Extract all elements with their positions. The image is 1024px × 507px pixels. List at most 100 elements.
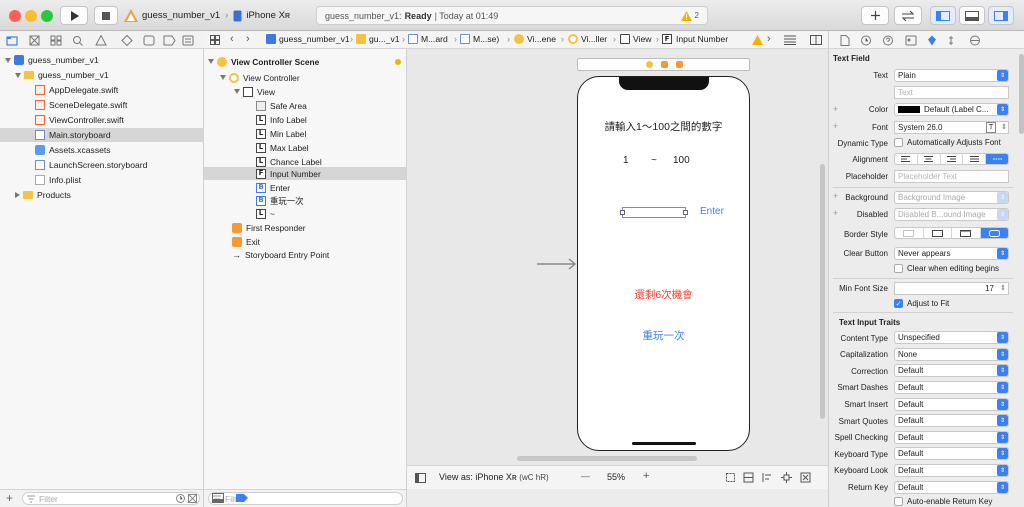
text-type-popup[interactable]: Plain ⇕ — [894, 69, 1009, 82]
resolve-layout-issues-icon[interactable] — [800, 472, 811, 483]
add-variation-button[interactable]: + — [833, 121, 838, 131]
connections-inspector-icon[interactable] — [970, 35, 980, 46]
embed-in-stack-icon[interactable] — [743, 472, 754, 483]
crumb-input-number[interactable]: F Input Number — [662, 34, 728, 44]
recent-files-icon[interactable] — [176, 494, 185, 503]
close-window-button[interactable] — [9, 10, 21, 22]
spell-checking-popup[interactable]: Default ⇕ — [894, 431, 1009, 444]
toggle-debug-area-button[interactable] — [959, 6, 985, 25]
navigator-item-viewcontroller[interactable]: ViewController.swift — [0, 113, 204, 127]
crumb-scene[interactable]: Vi...ene — [514, 34, 556, 44]
report-navigator-icon[interactable] — [182, 35, 194, 46]
min-label[interactable]: 1 — [623, 155, 629, 166]
navigator-item-infoplist[interactable]: Info.plist — [0, 173, 204, 187]
keyboard-type-popup[interactable]: Default ⇕ — [894, 447, 1009, 460]
adjust-to-fit-checkbox[interactable]: ✓ Adjust to Fit — [894, 299, 949, 308]
quick-help-icon[interactable] — [883, 35, 893, 46]
scheme-selector[interactable]: guess_number_v1 › iPhone Xʀ — [124, 6, 290, 25]
stop-button[interactable] — [94, 6, 118, 25]
crumb-project[interactable]: guess_number_v1 — [266, 34, 350, 44]
project-navigator-icon[interactable] — [6, 36, 18, 46]
add-variation-button[interactable]: + — [833, 104, 838, 114]
source-control-filter-icon[interactable] — [188, 494, 197, 503]
canvas-horizontal-scrollbar[interactable] — [517, 456, 697, 461]
toggle-inspector-button[interactable] — [988, 6, 1014, 25]
info-label[interactable]: 請輸入1～100之間的數字 — [578, 119, 749, 134]
border-line-segment[interactable] — [924, 228, 952, 238]
exit-dock-icon[interactable] — [676, 61, 683, 68]
clear-button-popup[interactable]: Never appears ⇕ — [894, 247, 1009, 260]
clear-when-editing-checkbox[interactable]: Clear when editing begins — [894, 264, 999, 273]
border-rounded-segment[interactable] — [980, 228, 1008, 238]
outline-item-replay-button[interactable]: B 重玩一次 — [204, 194, 407, 207]
crumb-storyboard[interactable]: M...ard — [408, 34, 448, 44]
find-navigator-icon[interactable] — [73, 36, 83, 46]
outline-item-input-number[interactable]: F Input Number — [204, 167, 407, 180]
outline-item-tilde-label[interactable]: L ~ — [204, 207, 407, 220]
run-button[interactable] — [60, 6, 88, 25]
symbol-navigator-icon[interactable] — [50, 35, 62, 46]
outline-item-safe-area[interactable]: Safe Area — [204, 99, 407, 112]
smart-insert-popup[interactable]: Default ⇕ — [894, 398, 1009, 411]
replay-button[interactable]: 重玩一次 — [578, 328, 749, 343]
smart-dashes-popup[interactable]: Default ⇕ — [894, 381, 1009, 394]
max-label[interactable]: 100 — [673, 155, 690, 166]
canvas-vertical-scrollbar[interactable] — [820, 164, 825, 419]
enter-button[interactable]: Enter — [700, 206, 724, 217]
breakpoints-toggle-icon[interactable] — [236, 493, 248, 503]
crumb-group[interactable]: gu..._v1 — [356, 34, 400, 44]
disabled-image-popup[interactable]: Disabled B...ound Image ⇕ — [894, 208, 1009, 221]
border-bezel-segment[interactable] — [952, 228, 981, 238]
navigator-item-products[interactable]: Products — [0, 188, 204, 202]
alignment-segmented-control[interactable] — [894, 153, 1009, 165]
navigator-item-appdelegate[interactable]: AppDelegate.swift — [0, 83, 204, 97]
font-picker-icon[interactable]: T — [986, 122, 996, 133]
navigator-item-project[interactable]: guess_number_v1 — [0, 53, 204, 67]
color-popup[interactable]: Default (Label C... ⇕ — [894, 103, 1009, 116]
outline-item-first-responder[interactable]: First Responder — [204, 221, 407, 234]
input-number-field[interactable] — [620, 207, 688, 218]
navigator-item-assets[interactable]: Assets.xcassets — [0, 143, 204, 157]
scene-dock[interactable] — [577, 58, 750, 71]
test-navigator-icon[interactable] — [121, 35, 133, 46]
add-variation-button[interactable]: + — [833, 191, 838, 201]
min-font-size-stepper[interactable]: ⇕ — [1000, 284, 1006, 292]
back-button[interactable]: ‹ — [230, 33, 234, 45]
view-controller-dock-icon[interactable] — [646, 61, 653, 68]
return-key-popup[interactable]: Default ⇕ — [894, 481, 1009, 494]
auto-enable-return-key-checkbox[interactable]: Auto-enable Return Key — [894, 497, 992, 506]
crumb-view[interactable]: View — [620, 34, 651, 44]
outline-item-max-label[interactable]: L Max Label — [204, 141, 407, 154]
minimize-window-button[interactable] — [25, 10, 37, 22]
align-left-segment[interactable] — [895, 154, 918, 164]
identity-inspector-icon[interactable] — [905, 35, 917, 46]
outline-item-min-label[interactable]: L Min Label — [204, 127, 407, 140]
first-responder-dock-icon[interactable] — [661, 61, 668, 68]
navigator-item-scenedelegate[interactable]: SceneDelegate.swift — [0, 98, 204, 112]
text-input[interactable]: Text — [894, 86, 1009, 99]
hide-debug-area-icon[interactable] — [212, 493, 224, 503]
font-field[interactable]: System 26.0 T ⇕ — [894, 121, 1009, 134]
zoom-out-button[interactable]: — — [581, 471, 590, 481]
content-type-popup[interactable]: Unspecified ⇕ — [894, 331, 1009, 344]
chance-label[interactable]: 還剩6次機會 — [578, 287, 749, 302]
storyboard-canvas[interactable]: 請輸入1～100之間的數字 1 ~ 100 Enter 還剩6次機會 重玩一次 — [407, 49, 828, 465]
history-inspector-icon[interactable] — [861, 35, 871, 46]
border-style-segmented-control[interactable] — [894, 227, 1009, 239]
library-button[interactable] — [861, 6, 889, 25]
split-editor-icon[interactable] — [810, 35, 822, 45]
editor-options-icon[interactable] — [784, 35, 796, 45]
toggle-navigator-button[interactable] — [930, 6, 956, 25]
view-as-label[interactable]: View as: iPhone Xʀ (wC hR) — [439, 472, 549, 482]
resize-handle[interactable] — [620, 210, 625, 215]
related-items-icon[interactable] — [210, 35, 220, 45]
outline-item-scene[interactable]: View Controller Scene — [204, 55, 407, 68]
code-review-button[interactable] — [894, 6, 922, 25]
outline-item-exit[interactable]: Exit — [204, 235, 407, 248]
border-none-segment[interactable] — [895, 228, 924, 238]
navigator-item-main-storyboard[interactable]: Main.storyboard — [0, 128, 204, 142]
font-size-stepper[interactable]: ⇕ — [1001, 123, 1007, 131]
breakpoint-navigator-icon[interactable] — [163, 35, 176, 46]
align-right-segment[interactable] — [941, 154, 964, 164]
show-outline-icon[interactable] — [415, 473, 426, 483]
